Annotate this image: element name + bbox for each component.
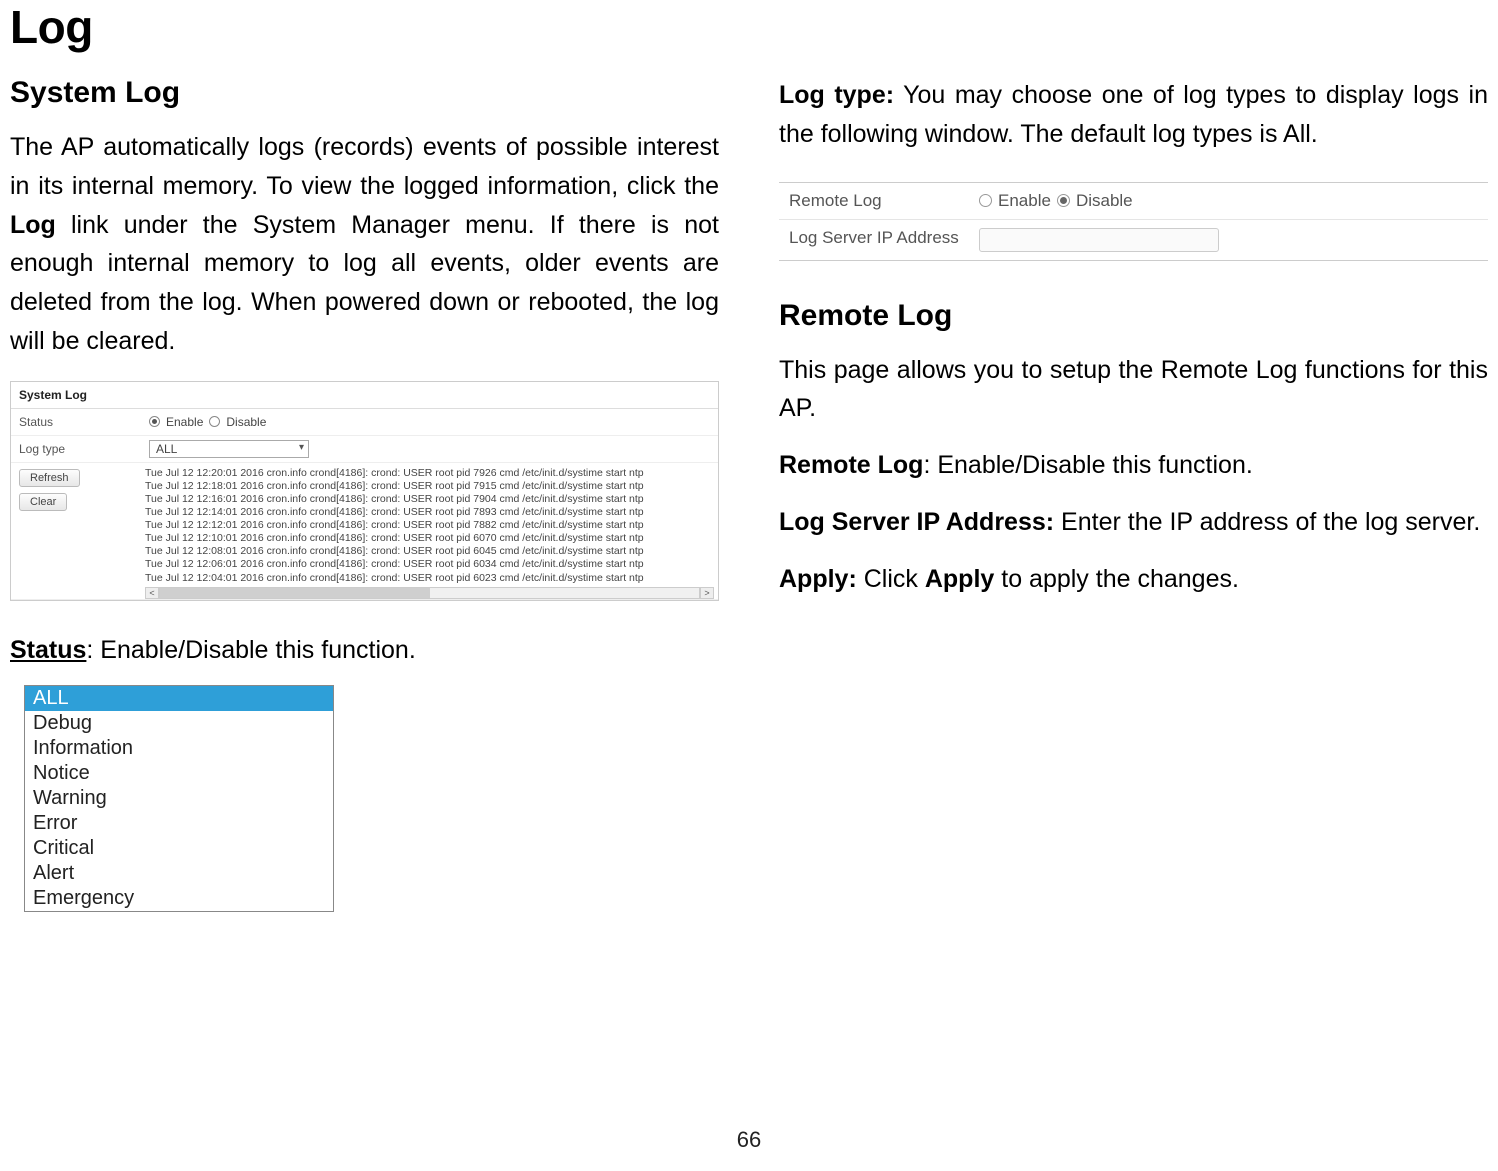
log-line: Tue Jul 12 12:20:01 2016 cron.info crond… — [145, 467, 714, 480]
logtype-option-alert[interactable]: Alert — [25, 861, 333, 886]
scroll-thumb[interactable] — [160, 588, 430, 598]
logtype-row-label: Log type — [11, 436, 141, 462]
log-line: Tue Jul 12 12:14:01 2016 cron.info crond… — [145, 506, 714, 519]
logtype-option-warning[interactable]: Warning — [25, 786, 333, 811]
status-term: Status — [10, 636, 86, 664]
logtype-option-emergency[interactable]: Emergency — [25, 886, 333, 911]
apply-button-name: Apply — [925, 565, 994, 593]
logtype-select[interactable]: ALL — [149, 440, 309, 458]
log-server-ip-input[interactable] — [979, 228, 1219, 252]
log-server-ip-term: Log Server IP Address: — [779, 508, 1054, 536]
remote-log-paragraph: This page allows you to setup the Remote… — [779, 351, 1488, 429]
text: link under the System Manager menu. If t… — [10, 211, 719, 355]
page-title: Log — [10, 0, 1488, 54]
scroll-left-button[interactable]: < — [145, 587, 159, 599]
text: The AP automatically logs (records) even… — [10, 133, 719, 200]
log-output-area: Tue Jul 12 12:20:01 2016 cron.info crond… — [141, 463, 718, 599]
log-line: Tue Jul 12 12:18:01 2016 cron.info crond… — [145, 480, 714, 493]
logtype-option-error[interactable]: Error — [25, 811, 333, 836]
text: : Enable/Disable this function. — [923, 451, 1252, 479]
log-line: Tue Jul 12 12:12:01 2016 cron.info crond… — [145, 519, 714, 532]
remote-log-term: Remote Log — [779, 451, 923, 479]
remote-enable-radio[interactable] — [979, 194, 992, 207]
log-server-ip-line: Log Server IP Address: Enter the IP addr… — [779, 503, 1488, 542]
logtype-term: Log type: — [779, 81, 894, 109]
logtype-option-critical[interactable]: Critical — [25, 836, 333, 861]
clear-button[interactable]: Clear — [19, 493, 67, 511]
text: to apply the changes. — [994, 565, 1239, 593]
system-log-paragraph: The AP automatically logs (records) even… — [10, 128, 719, 361]
remote-disable-label: Disable — [1076, 191, 1133, 211]
status-description: Status: Enable/Disable this function. — [10, 631, 719, 670]
remote-log-row-label: Remote Log — [779, 183, 969, 219]
logtype-option-information[interactable]: Information — [25, 736, 333, 761]
remote-log-heading: Remote Log — [779, 299, 1488, 333]
log-line: Tue Jul 12 12:16:01 2016 cron.info crond… — [145, 493, 714, 506]
system-log-panel-title: System Log — [11, 382, 718, 409]
text: : Enable/Disable this function. — [86, 636, 415, 664]
text: Enter the IP address of the log server. — [1054, 508, 1480, 536]
status-enable-radio[interactable] — [149, 416, 160, 427]
logtype-option-notice[interactable]: Notice — [25, 761, 333, 786]
remote-log-panel: Remote Log Enable Disable Log Server IP … — [779, 182, 1488, 261]
status-enable-label: Enable — [166, 415, 203, 429]
system-log-heading: System Log — [10, 76, 719, 110]
log-line: Tue Jul 12 12:08:01 2016 cron.info crond… — [145, 545, 714, 558]
apply-term: Apply: — [779, 565, 857, 593]
logtype-option-debug[interactable]: Debug — [25, 711, 333, 736]
log-line: Tue Jul 12 12:04:01 2016 cron.info crond… — [145, 572, 714, 585]
apply-line: Apply: Click Apply to apply the changes. — [779, 560, 1488, 599]
log-line: Tue Jul 12 12:06:01 2016 cron.info crond… — [145, 558, 714, 571]
log-line: Tue Jul 12 12:10:01 2016 cron.info crond… — [145, 532, 714, 545]
system-log-panel: System Log Status Enable Disable Log typ… — [10, 381, 719, 601]
page-number: 66 — [0, 1127, 1498, 1153]
remote-log-term-line: Remote Log: Enable/Disable this function… — [779, 446, 1488, 485]
scroll-right-button[interactable]: > — [700, 587, 714, 599]
text: Click — [857, 565, 925, 593]
status-row-label: Status — [11, 409, 141, 435]
log-server-ip-row-label: Log Server IP Address — [779, 220, 969, 260]
remote-disable-radio[interactable] — [1057, 194, 1070, 207]
logtype-dropdown-list[interactable]: ALL Debug Information Notice Warning Err… — [24, 685, 334, 912]
logtype-option-all[interactable]: ALL — [25, 686, 333, 711]
status-disable-label: Disable — [226, 415, 266, 429]
scroll-track[interactable] — [159, 587, 700, 599]
remote-enable-label: Enable — [998, 191, 1051, 211]
status-disable-radio[interactable] — [209, 416, 220, 427]
refresh-button[interactable]: Refresh — [19, 469, 80, 487]
logtype-description: Log type: You may choose one of log type… — [779, 76, 1488, 154]
log-link-text: Log — [10, 211, 56, 239]
